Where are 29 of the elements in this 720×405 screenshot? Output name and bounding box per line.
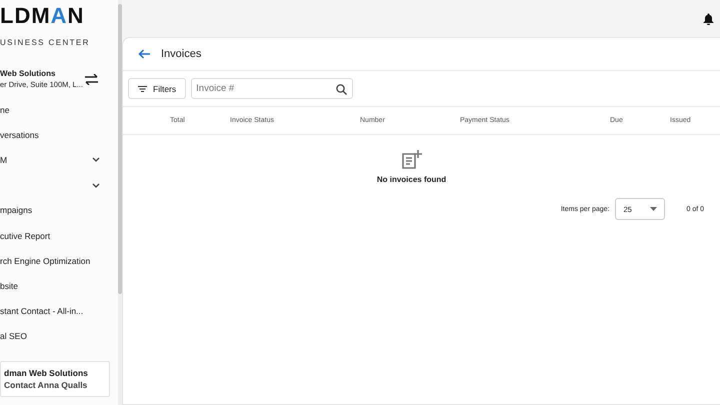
search-icon	[336, 84, 348, 95]
nav-item[interactable]: mpaigns	[0, 198, 118, 223]
scrollbar-thumb[interactable]	[118, 4, 122, 294]
nav-item[interactable]: rch Engine Optimization	[0, 248, 118, 274]
filter-icon	[138, 86, 147, 92]
back-arrow-icon[interactable]	[138, 49, 150, 59]
filters-button[interactable]: Filters	[128, 78, 186, 99]
bell-icon[interactable]	[703, 12, 714, 24]
account-card[interactable]: dman Web Solutions Contact Anna Qualls	[0, 360, 110, 397]
nav-item[interactable]: al SEO	[0, 324, 118, 349]
chevron-down-icon	[92, 182, 100, 188]
page-title: Invoices	[161, 48, 202, 60]
tagline: USINESS CENTER	[0, 38, 91, 47]
empty-message: No invoices found	[376, 175, 446, 184]
nav-item[interactable]: ne	[0, 97, 118, 122]
nav-item[interactable]: versations	[0, 122, 118, 148]
note-add-icon	[402, 150, 422, 169]
contact-name: Contact Anna Qualls	[4, 378, 88, 391]
chevron-down-icon	[92, 157, 100, 162]
swap-icon[interactable]	[85, 74, 98, 84]
nav-item[interactable]: stant Contact - All-in...	[0, 298, 118, 324]
logo: LDMAN	[0, 4, 86, 28]
company-name: dman Web Solutions	[4, 366, 89, 379]
dropdown-caret-icon	[650, 207, 658, 211]
account-name: Web Solutions	[0, 69, 56, 78]
nav-item[interactable]: cutive Report	[0, 222, 118, 248]
nav-item[interactable]: bsite	[0, 273, 118, 298]
nav-item[interactable]: M	[0, 147, 118, 173]
search-field[interactable]: Invoice #	[191, 78, 354, 99]
